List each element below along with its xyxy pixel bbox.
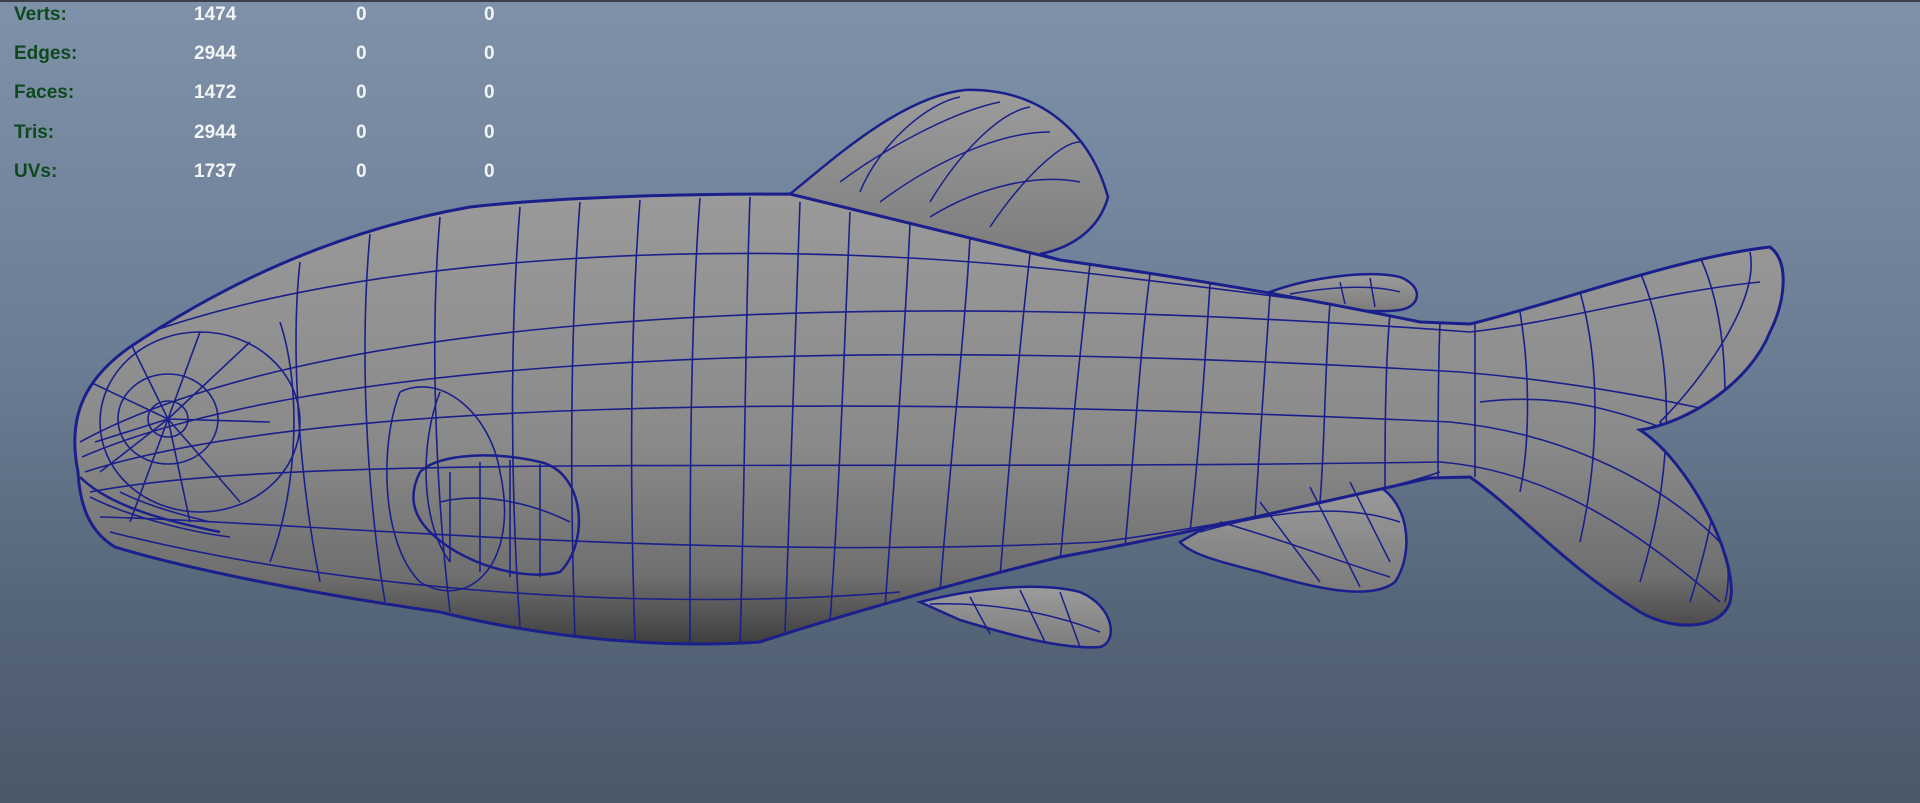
tris-extra: 0 xyxy=(484,121,495,143)
hud-row-uvs: UVs: 1737 0 0 xyxy=(14,161,534,200)
uvs-selected: 0 xyxy=(356,160,367,182)
faces-label: Faces: xyxy=(14,82,75,104)
faces-selected: 0 xyxy=(356,82,367,104)
tris-selected: 0 xyxy=(356,121,367,143)
edges-label: Edges: xyxy=(14,43,78,65)
faces-extra: 0 xyxy=(484,82,495,104)
uvs-extra: 0 xyxy=(484,160,495,182)
hud-row-verts: Verts: 1474 0 0 xyxy=(14,4,534,43)
hud-row-tris: Tris: 2944 0 0 xyxy=(14,122,534,161)
edges-value: 2944 xyxy=(194,43,237,65)
edges-extra: 0 xyxy=(484,43,495,65)
uvs-label: UVs: xyxy=(14,160,58,182)
faces-value: 1472 xyxy=(194,82,237,104)
verts-value: 1474 xyxy=(194,4,237,25)
poly-count-hud: Verts: 1474 0 0 Edges: 2944 0 0 Faces: 1… xyxy=(14,4,534,200)
uvs-value: 1737 xyxy=(194,160,237,182)
edges-selected: 0 xyxy=(356,43,367,65)
hud-row-edges: Edges: 2944 0 0 xyxy=(14,43,534,82)
pelvic-fin xyxy=(916,585,1113,649)
verts-extra: 0 xyxy=(484,4,495,25)
3d-viewport[interactable]: Verts: 1474 0 0 Edges: 2944 0 0 Faces: 1… xyxy=(0,0,1920,803)
verts-selected: 0 xyxy=(356,4,367,25)
hud-row-faces: Faces: 1472 0 0 xyxy=(14,82,534,121)
tris-value: 2944 xyxy=(194,121,237,143)
tris-label: Tris: xyxy=(14,121,55,143)
verts-label: Verts: xyxy=(14,4,67,25)
